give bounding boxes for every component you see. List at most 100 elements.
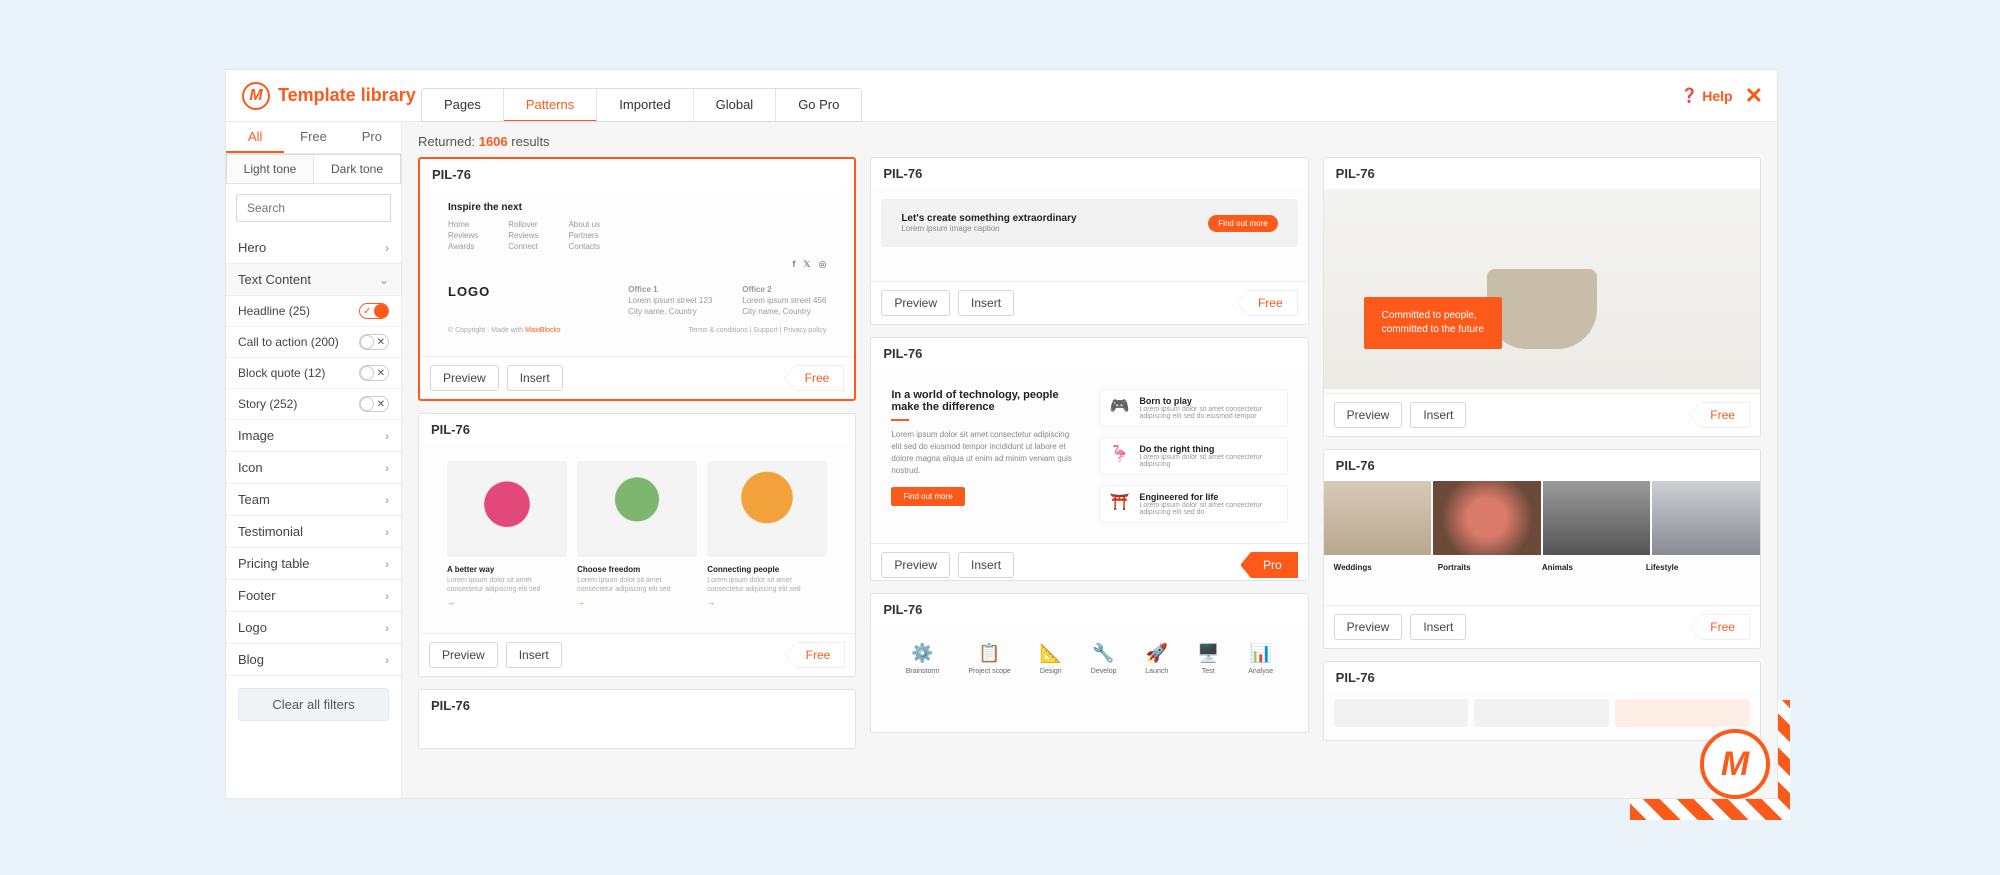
tone-tab-dark[interactable]: Dark tone — [314, 155, 400, 183]
category-label: Team — [238, 492, 270, 507]
card-preview: In a world of technology, people make th… — [871, 369, 1307, 543]
category-hero[interactable]: Hero › — [226, 232, 401, 264]
preview-button[interactable]: Preview — [1334, 402, 1403, 428]
category-label: Blog — [238, 652, 264, 667]
subcat-story[interactable]: Story (252) — [226, 389, 401, 420]
gallery-image — [1324, 481, 1432, 555]
cta-button: Find out more — [1208, 215, 1277, 232]
tab-global[interactable]: Global — [694, 89, 777, 121]
category-icon[interactable]: Icon› — [226, 452, 401, 484]
insert-button[interactable]: Insert — [958, 552, 1014, 578]
category-label: Hero — [238, 240, 266, 255]
play-icon: 🎮 — [1110, 396, 1130, 416]
insert-button[interactable]: Insert — [958, 290, 1014, 316]
subcat-headline[interactable]: Headline (25) — [226, 296, 401, 327]
flower-image — [577, 461, 697, 557]
card-title: PIL-76 — [871, 158, 1307, 189]
gate-icon: ⛩️ — [1110, 492, 1130, 512]
plan-tab-pro[interactable]: Pro — [343, 122, 401, 153]
card-preview: Committed to people,committed to the fut… — [1324, 189, 1760, 393]
design-icon: 📐 — [1040, 643, 1062, 664]
flower-image — [707, 461, 827, 557]
tab-imported[interactable]: Imported — [597, 89, 693, 121]
insert-button[interactable]: Insert — [506, 642, 562, 668]
template-card[interactable]: PIL-76 Committed to people,committed to … — [1323, 157, 1761, 437]
insert-button[interactable]: Insert — [507, 365, 563, 391]
card-preview — [1324, 693, 1760, 740]
card-title: PIL-76 — [1324, 450, 1760, 481]
arrow-right-icon: → — [447, 598, 455, 607]
category-image[interactable]: Image› — [226, 420, 401, 452]
card-title: PIL-76 — [419, 690, 855, 721]
preview-button[interactable]: Preview — [430, 365, 499, 391]
template-card[interactable]: PIL-76 In a world of technology, people … — [870, 337, 1308, 581]
toggle-story[interactable] — [359, 396, 389, 412]
card-preview: Let's create something extraordinary Lor… — [871, 189, 1307, 281]
free-badge: Free — [795, 365, 845, 391]
card-title: PIL-76 — [419, 414, 855, 445]
template-card[interactable]: PIL-76 ⚙️Brainstorm 📋Project scope 📐Desi… — [870, 593, 1308, 733]
free-badge: Free — [796, 642, 846, 668]
insert-button[interactable]: Insert — [1410, 614, 1466, 640]
category-pricing-table[interactable]: Pricing table› — [226, 548, 401, 580]
gallery-image — [1652, 481, 1760, 555]
template-card[interactable]: PIL-76 Weddings Portraits — [1323, 449, 1761, 649]
main-content: Returned: 1606 results PIL-76 Inspire th… — [402, 122, 1777, 798]
twitter-icon: 𝕏 — [803, 259, 810, 270]
preview-button[interactable]: Preview — [881, 290, 950, 316]
toggle-blockquote[interactable] — [359, 365, 389, 381]
tab-patterns[interactable]: Patterns — [504, 89, 597, 122]
preview-button[interactable]: Preview — [1334, 614, 1403, 640]
desk-image: Committed to people,committed to the fut… — [1324, 189, 1760, 389]
search-input[interactable] — [236, 194, 391, 222]
template-card[interactable]: PIL-76 — [1323, 661, 1761, 741]
template-card[interactable]: PIL-76 Inspire the next HomeReviewsAward… — [418, 157, 856, 401]
close-icon[interactable]: ✕ — [1745, 83, 1763, 109]
grid-column-2: PIL-76 Let's create something extraordin… — [870, 157, 1308, 749]
clear-filters-button[interactable]: Clear all filters — [238, 688, 389, 721]
category-testimonial[interactable]: Testimonial› — [226, 516, 401, 548]
template-card[interactable]: PIL-76 Let's create something extraordin… — [870, 157, 1308, 325]
category-team[interactable]: Team› — [226, 484, 401, 516]
help-icon: ❓ — [1681, 87, 1698, 104]
card-title: PIL-76 — [420, 159, 854, 190]
template-library-window: M Template library Pages Patterns Import… — [225, 69, 1778, 799]
preview-button[interactable]: Preview — [881, 552, 950, 578]
category-label: Text Content — [238, 272, 311, 287]
category-label: Logo — [238, 620, 267, 635]
template-card[interactable]: PIL-76 — [418, 689, 856, 749]
tone-tab-light[interactable]: Light tone — [227, 155, 314, 183]
card-preview: ⚙️Brainstorm 📋Project scope 📐Design 🔧Dev… — [871, 625, 1307, 732]
template-card[interactable]: PIL-76 A better wayLorem ipsum dolor sit… — [418, 413, 856, 677]
category-logo[interactable]: Logo› — [226, 612, 401, 644]
subcat-label: Call to action (200) — [238, 335, 339, 349]
tab-pages[interactable]: Pages — [422, 89, 504, 121]
help-label: Help — [1702, 88, 1732, 104]
subcat-block-quote[interactable]: Block quote (12) — [226, 358, 401, 389]
category-blog[interactable]: Blog› — [226, 644, 401, 676]
arrow-right-icon: → — [707, 598, 715, 607]
toggle-headline[interactable] — [359, 303, 389, 319]
category-label: Testimonial — [238, 524, 303, 539]
plan-tab-all[interactable]: All — [226, 122, 284, 153]
subcat-call-to-action[interactable]: Call to action (200) — [226, 327, 401, 358]
insert-button[interactable]: Insert — [1410, 402, 1466, 428]
card-title: PIL-76 — [871, 338, 1307, 369]
category-footer[interactable]: Footer› — [226, 580, 401, 612]
plan-tab-free[interactable]: Free — [284, 122, 342, 153]
toggle-cta[interactable] — [359, 334, 389, 350]
chevron-right-icon: › — [385, 241, 389, 255]
launch-icon: 🚀 — [1146, 643, 1168, 664]
card-preview: A better wayLorem ipsum dolor sit amet c… — [419, 445, 855, 633]
preview-button[interactable]: Preview — [429, 642, 498, 668]
tab-go-pro[interactable]: Go Pro — [776, 89, 861, 121]
free-badge: Free — [1248, 290, 1298, 316]
plan-tabs: All Free Pro — [226, 122, 401, 154]
instagram-icon: ◎ — [818, 259, 826, 270]
category-text-content[interactable]: Text Content ⌄ — [226, 264, 401, 296]
free-badge: Free — [1700, 402, 1750, 428]
project-scope-icon: 📋 — [978, 643, 1000, 664]
help-link[interactable]: ❓ Help — [1681, 87, 1733, 104]
grid-column-3: PIL-76 Committed to people,committed to … — [1323, 157, 1761, 749]
category-label: Icon — [238, 460, 263, 475]
